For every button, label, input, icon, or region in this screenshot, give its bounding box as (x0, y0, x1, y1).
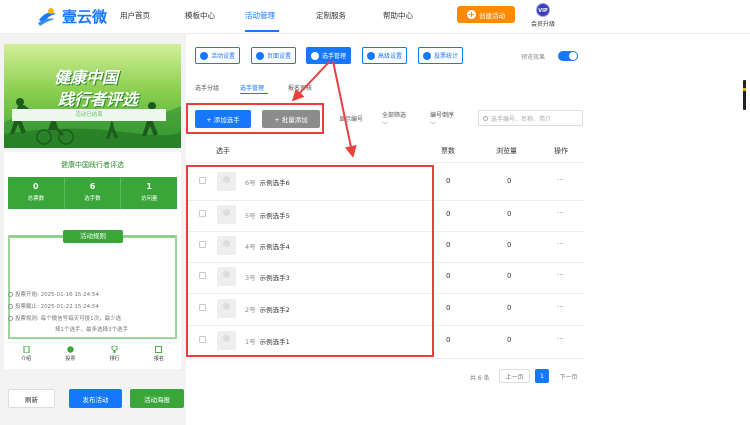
scrollbar[interactable] (743, 80, 746, 110)
annotation-arrows (291, 60, 357, 158)
scrollbar-accent (743, 88, 746, 91)
